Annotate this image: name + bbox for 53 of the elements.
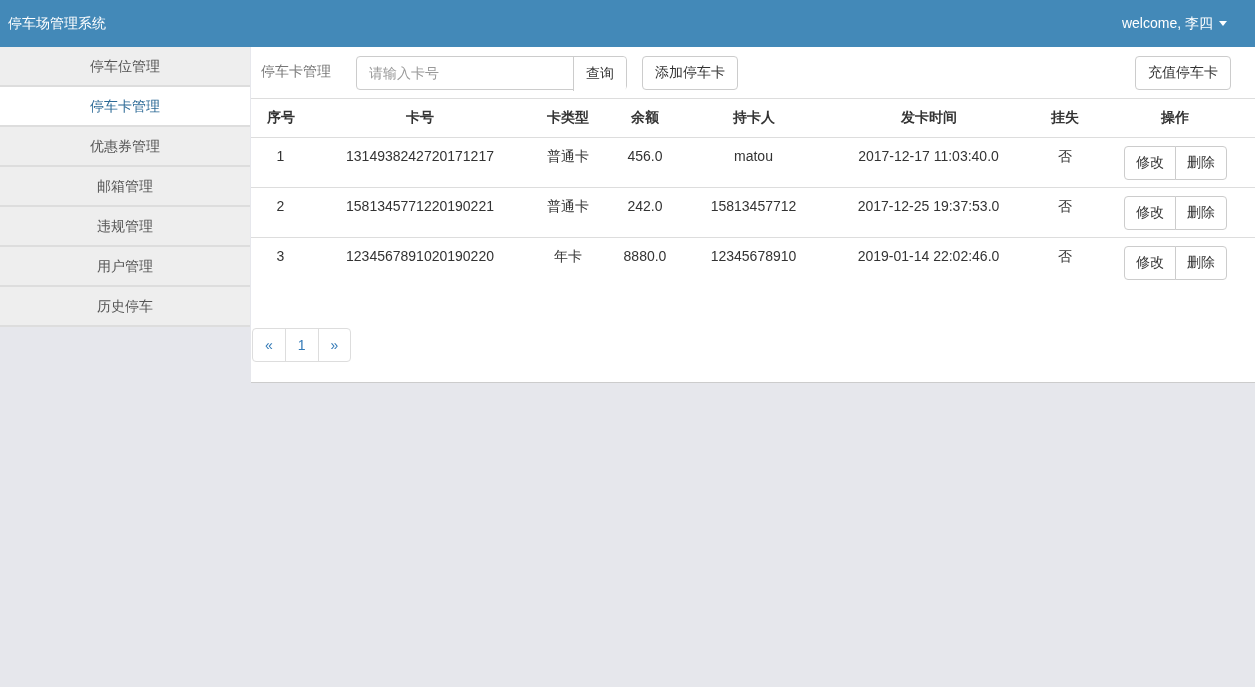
table-cell: 3 <box>276 248 285 264</box>
table-cell: 1581345771220190221 <box>346 198 494 214</box>
edit-button[interactable]: 修改 <box>1123 246 1176 280</box>
column-header: 持卡人 <box>685 99 822 138</box>
table-cell: 普通卡 <box>546 148 589 164</box>
search-button[interactable]: 查询 <box>573 56 626 91</box>
table-cell: 1 <box>276 148 285 164</box>
table-cell: 2 <box>276 198 285 214</box>
delete-button[interactable]: 删除 <box>1174 196 1227 230</box>
column-header: 序号 <box>251 99 310 138</box>
previous-page-link[interactable]: « <box>252 327 286 362</box>
table-cell: 2017-12-17 11:03:40.0 <box>858 148 999 164</box>
sidebar-item[interactable]: 用户管理 <box>0 247 250 287</box>
table-cell: 否 <box>1058 198 1072 214</box>
table-cell: 2019-01-14 22:02:46.0 <box>857 248 1000 264</box>
table-cell: 否 <box>1058 248 1072 264</box>
column-header: 挂失 <box>1035 99 1095 138</box>
caret-icon <box>1219 21 1227 26</box>
page-link[interactable]: 1 <box>284 327 319 362</box>
column-header: 操作 <box>1095 99 1255 138</box>
column-header: 卡类型 <box>530 99 605 138</box>
panel-title: 停车卡管理 <box>261 63 331 81</box>
add-card-button[interactable]: 添加停车卡 <box>642 55 738 90</box>
edit-button[interactable]: 修改 <box>1123 146 1176 180</box>
delete-button[interactable]: 删除 <box>1174 246 1227 280</box>
delete-button[interactable]: 删除 <box>1174 146 1227 180</box>
table-cell: matou <box>734 148 773 164</box>
table-cell: 242.0 <box>627 198 663 214</box>
table-cell: 15813457712 <box>710 198 797 214</box>
user-menu[interactable]: welcome, 李四 <box>1121 14 1227 33</box>
column-header: 发卡时间 <box>822 99 1035 138</box>
search-field[interactable]: 请输入卡号 查询 <box>356 55 627 90</box>
table-cell: 否 <box>1058 148 1072 164</box>
edit-button[interactable]: 修改 <box>1123 196 1176 230</box>
sidebar-item[interactable]: 违规管理 <box>0 207 250 247</box>
table-cell: 1314938242720171217 <box>346 148 494 164</box>
table-cell: 普通卡 <box>546 198 589 214</box>
sidebar-item[interactable]: 停车位管理 <box>0 47 250 87</box>
sidebar-item[interactable]: 停车卡管理 <box>0 87 250 127</box>
column-header: 余额 <box>605 99 685 138</box>
sidebar-item[interactable]: 历史停车 <box>0 287 250 327</box>
app-title: 停车场管理系统 <box>8 14 106 33</box>
recharge-card-button[interactable]: 充值停车卡 <box>1135 55 1231 90</box>
next-page-link[interactable]: » <box>317 327 352 362</box>
sidebar-item[interactable]: 邮箱管理 <box>0 167 250 207</box>
table-cell: 12345678910 <box>710 248 797 264</box>
table-cell: 2017-12-25 19:37:53.0 <box>857 198 1000 214</box>
table-cell: 8880.0 <box>623 248 667 264</box>
table-cell: 1234567891020190220 <box>346 248 494 264</box>
column-header: 卡号 <box>310 99 530 138</box>
sidebar-item[interactable]: 优惠券管理 <box>0 127 250 167</box>
table-cell: 年卡 <box>553 248 582 264</box>
table-cell: 456.0 <box>627 148 663 164</box>
